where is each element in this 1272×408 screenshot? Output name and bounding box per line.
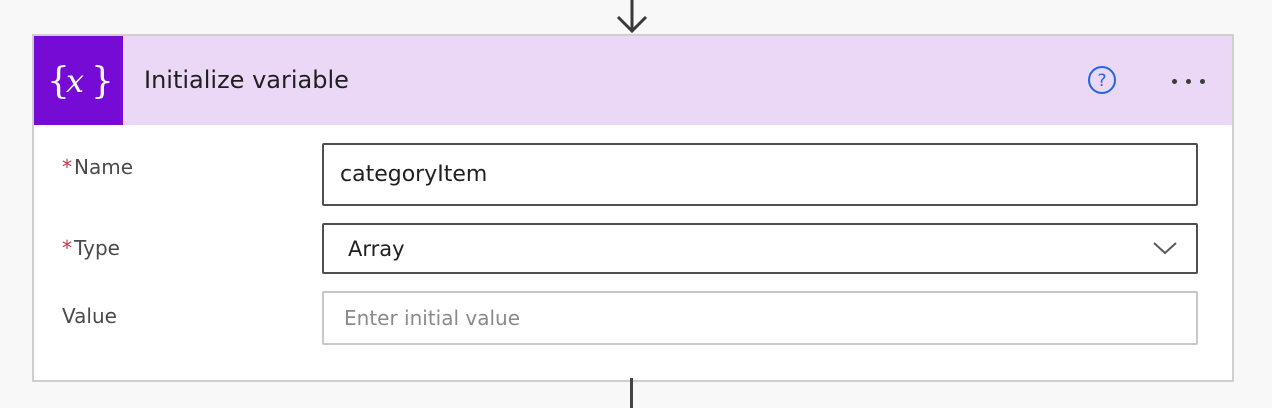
type-dropdown[interactable]: Array <box>322 223 1198 274</box>
type-dropdown-value: Array <box>348 236 405 261</box>
svg-text:x: x <box>66 62 84 100</box>
name-label: * Name <box>62 155 133 179</box>
value-label: Value <box>62 304 117 328</box>
variable-braces-icon: { x } <box>47 61 111 102</box>
card-header[interactable]: { x } Initialize variable ? <box>34 36 1232 125</box>
flow-connector-arrow-icon <box>616 0 648 34</box>
more-options-button[interactable] <box>1158 66 1218 96</box>
variable-icon-tile: { x } <box>34 36 123 125</box>
name-field-value: categoryItem <box>340 162 488 187</box>
flow-connector-line <box>630 378 633 408</box>
type-label: * Type <box>62 236 120 260</box>
more-options-icon <box>1171 78 1177 84</box>
type-label-text: Type <box>74 236 120 260</box>
chevron-down-icon[interactable] <box>1152 240 1178 256</box>
card-title: Initialize variable <box>144 66 349 94</box>
name-field[interactable]: categoryItem <box>322 143 1198 206</box>
required-marker: * <box>62 236 72 260</box>
value-field-placeholder: Enter initial value <box>344 306 521 330</box>
initialize-variable-card: { x } Initialize variable ? *Name catego… <box>32 34 1234 382</box>
required-marker: * <box>62 155 72 179</box>
more-options-dot <box>1185 78 1191 84</box>
name-label-text: Name <box>74 155 134 179</box>
more-options-dot <box>1199 78 1205 84</box>
value-field[interactable]: Enter initial value <box>322 291 1198 345</box>
svg-text:}: } <box>91 61 111 102</box>
help-circle-icon[interactable]: ? <box>1086 64 1118 96</box>
value-label-text: Value <box>62 304 117 328</box>
svg-text:?: ? <box>1097 71 1106 91</box>
